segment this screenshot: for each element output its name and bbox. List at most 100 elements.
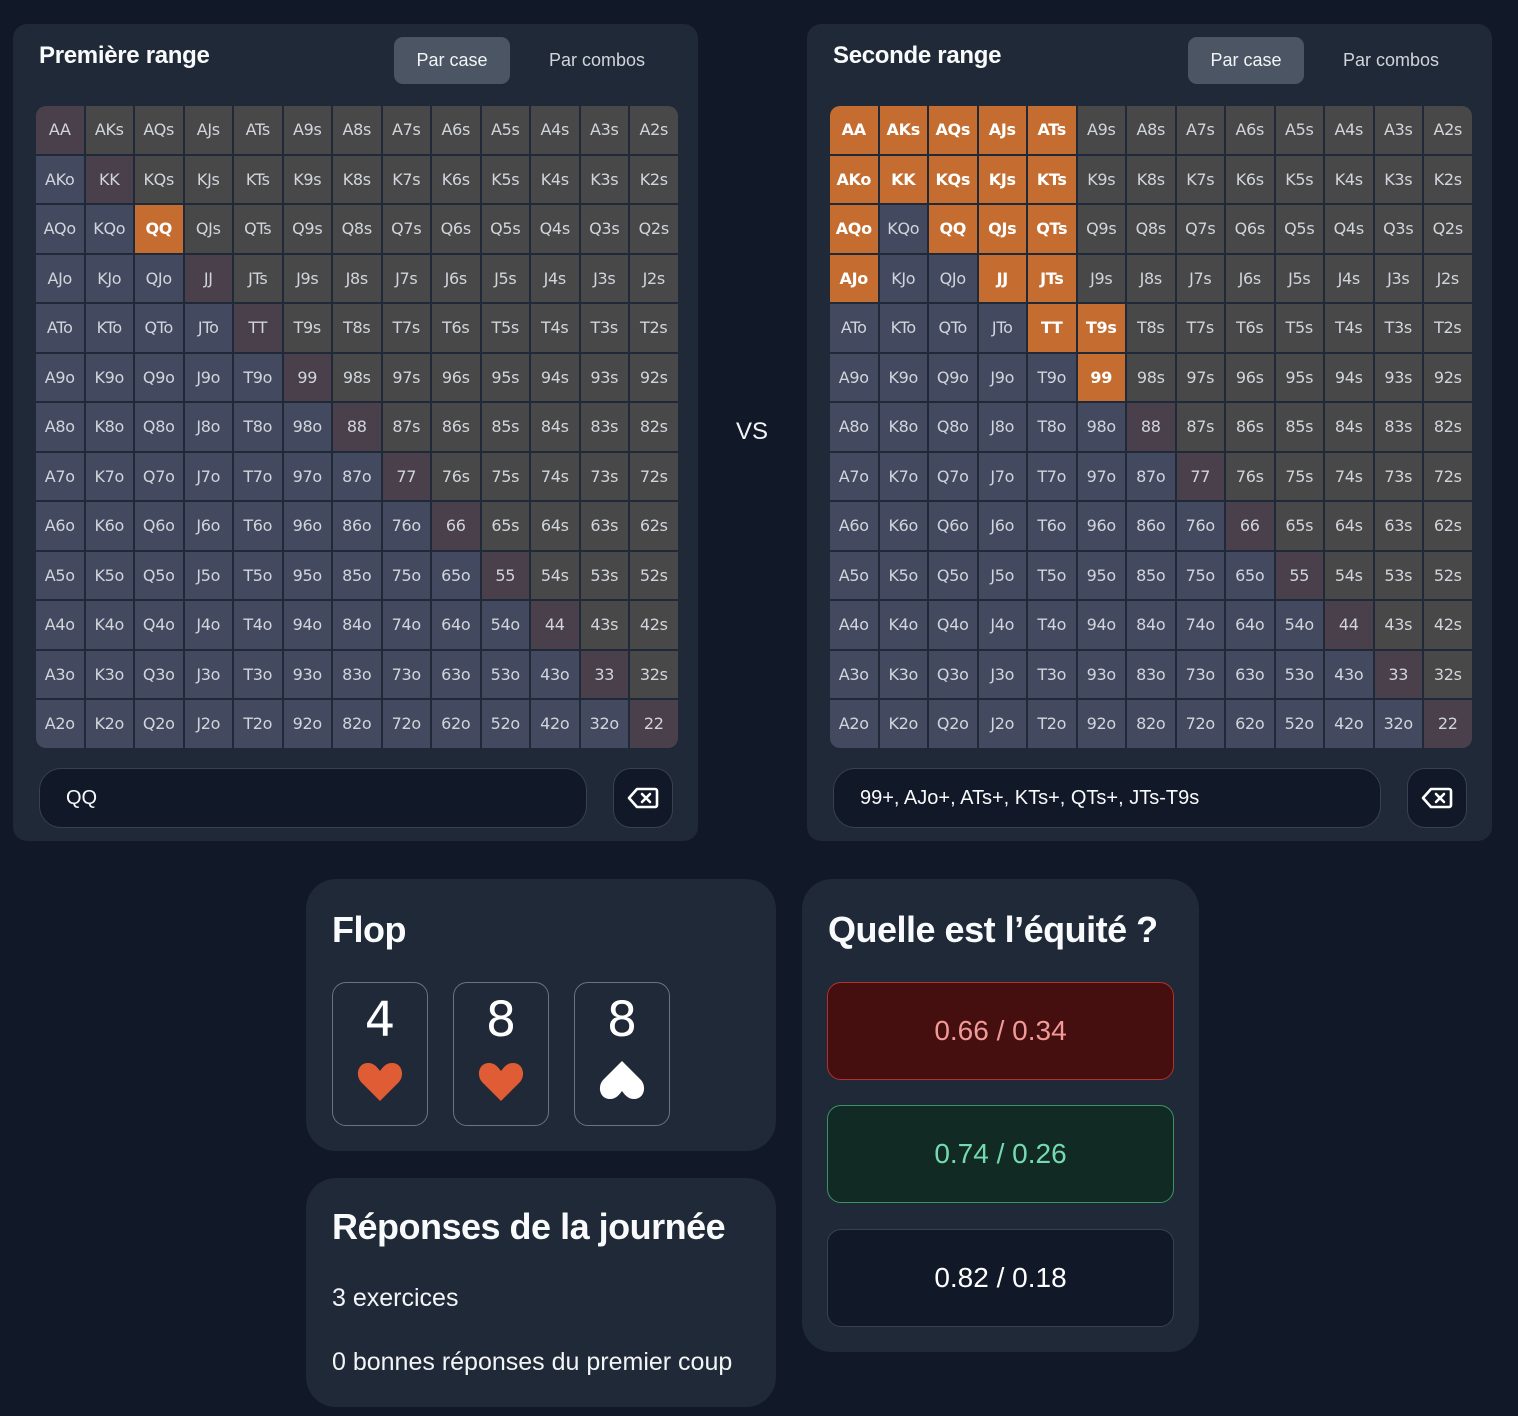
- hand-cell-J5o[interactable]: J5o: [184, 551, 232, 599]
- hand-cell-52s[interactable]: 52s: [1424, 551, 1472, 599]
- hand-cell-84o[interactable]: 84o: [333, 601, 381, 649]
- hand-cell-J5s[interactable]: J5s: [1275, 254, 1323, 302]
- hand-cell-KQs[interactable]: KQs: [929, 155, 977, 203]
- hand-cell-52o[interactable]: 52o: [481, 700, 529, 748]
- hand-cell-J2s[interactable]: J2s: [630, 254, 678, 302]
- hand-cell-K5o[interactable]: K5o: [85, 551, 133, 599]
- hand-cell-Q6s[interactable]: Q6s: [432, 205, 480, 253]
- hand-cell-Q4s[interactable]: Q4s: [531, 205, 579, 253]
- hand-cell-76o[interactable]: 76o: [1176, 502, 1224, 550]
- hand-cell-Q7s[interactable]: Q7s: [382, 205, 430, 253]
- hand-cell-32s[interactable]: 32s: [1424, 650, 1472, 698]
- hand-cell-J9s[interactable]: J9s: [1077, 254, 1125, 302]
- hand-cell-J3o[interactable]: J3o: [978, 650, 1026, 698]
- hand-cell-42s[interactable]: 42s: [1424, 601, 1472, 649]
- hand-cell-JTo[interactable]: JTo: [978, 304, 1026, 352]
- hand-cell-98s[interactable]: 98s: [333, 353, 381, 401]
- hand-cell-J9o[interactable]: J9o: [978, 353, 1026, 401]
- hand-cell-75o[interactable]: 75o: [382, 551, 430, 599]
- hand-cell-Q8o[interactable]: Q8o: [929, 403, 977, 451]
- hand-cell-K2s[interactable]: K2s: [1424, 155, 1472, 203]
- hand-cell-43s[interactable]: 43s: [580, 601, 628, 649]
- hand-cell-43o[interactable]: 43o: [1325, 650, 1373, 698]
- hand-cell-62o[interactable]: 62o: [432, 700, 480, 748]
- hand-cell-92o[interactable]: 92o: [283, 700, 331, 748]
- hand-cell-A6s[interactable]: A6s: [1226, 106, 1274, 154]
- hand-cell-66[interactable]: 66: [1226, 502, 1274, 550]
- hand-cell-K7s[interactable]: K7s: [1176, 155, 1224, 203]
- hand-cell-Q8s[interactable]: Q8s: [1127, 205, 1175, 253]
- hand-cell-JJ[interactable]: JJ: [184, 254, 232, 302]
- hand-cell-97o[interactable]: 97o: [1077, 452, 1125, 500]
- hand-cell-AJo[interactable]: AJo: [36, 254, 84, 302]
- hand-cell-82s[interactable]: 82s: [630, 403, 678, 451]
- hand-cell-93o[interactable]: 93o: [283, 650, 331, 698]
- hand-cell-K8s[interactable]: K8s: [333, 155, 381, 203]
- hand-cell-KTs[interactable]: KTs: [234, 155, 282, 203]
- hand-cell-Q8s[interactable]: Q8s: [333, 205, 381, 253]
- hand-cell-55[interactable]: 55: [481, 551, 529, 599]
- hand-cell-94s[interactable]: 94s: [1325, 353, 1373, 401]
- hand-cell-84s[interactable]: 84s: [531, 403, 579, 451]
- hand-cell-63o[interactable]: 63o: [1226, 650, 1274, 698]
- hand-cell-44[interactable]: 44: [1325, 601, 1373, 649]
- hand-cell-K7s[interactable]: K7s: [382, 155, 430, 203]
- hand-cell-T3o[interactable]: T3o: [234, 650, 282, 698]
- hand-cell-65s[interactable]: 65s: [1275, 502, 1323, 550]
- hand-cell-95s[interactable]: 95s: [1275, 353, 1323, 401]
- hand-cell-94o[interactable]: 94o: [283, 601, 331, 649]
- first-range-clear-button[interactable]: [613, 768, 673, 828]
- hand-cell-J3s[interactable]: J3s: [580, 254, 628, 302]
- hand-cell-62o[interactable]: 62o: [1226, 700, 1274, 748]
- hand-cell-Q7s[interactable]: Q7s: [1176, 205, 1224, 253]
- hand-cell-J9o[interactable]: J9o: [184, 353, 232, 401]
- hand-cell-74s[interactable]: 74s: [531, 452, 579, 500]
- hand-cell-52o[interactable]: 52o: [1275, 700, 1323, 748]
- hand-cell-K8s[interactable]: K8s: [1127, 155, 1175, 203]
- hand-cell-84s[interactable]: 84s: [1325, 403, 1373, 451]
- hand-cell-64o[interactable]: 64o: [432, 601, 480, 649]
- hand-cell-A3o[interactable]: A3o: [830, 650, 878, 698]
- hand-cell-A3o[interactable]: A3o: [36, 650, 84, 698]
- hand-cell-66[interactable]: 66: [432, 502, 480, 550]
- hand-cell-22[interactable]: 22: [630, 700, 678, 748]
- hand-cell-T2s[interactable]: T2s: [1424, 304, 1472, 352]
- hand-cell-A3s[interactable]: A3s: [1374, 106, 1422, 154]
- hand-cell-K8o[interactable]: K8o: [85, 403, 133, 451]
- hand-cell-ATo[interactable]: ATo: [36, 304, 84, 352]
- hand-cell-QJo[interactable]: QJo: [135, 254, 183, 302]
- hand-cell-33[interactable]: 33: [580, 650, 628, 698]
- hand-cell-QTs[interactable]: QTs: [1028, 205, 1076, 253]
- hand-cell-Q3o[interactable]: Q3o: [135, 650, 183, 698]
- hand-cell-72s[interactable]: 72s: [1424, 452, 1472, 500]
- hand-cell-75s[interactable]: 75s: [1275, 452, 1323, 500]
- hand-cell-Q8o[interactable]: Q8o: [135, 403, 183, 451]
- hand-cell-42o[interactable]: 42o: [531, 700, 579, 748]
- hand-cell-Q3o[interactable]: Q3o: [929, 650, 977, 698]
- hand-cell-J5s[interactable]: J5s: [481, 254, 529, 302]
- hand-cell-J5o[interactable]: J5o: [978, 551, 1026, 599]
- hand-cell-A7o[interactable]: A7o: [36, 452, 84, 500]
- hand-cell-K2o[interactable]: K2o: [879, 700, 927, 748]
- hand-cell-J7o[interactable]: J7o: [184, 452, 232, 500]
- hand-cell-KJo[interactable]: KJo: [85, 254, 133, 302]
- hand-cell-97s[interactable]: 97s: [1176, 353, 1224, 401]
- hand-cell-KTs[interactable]: KTs: [1028, 155, 1076, 203]
- hand-cell-KK[interactable]: KK: [879, 155, 927, 203]
- hand-cell-Q6o[interactable]: Q6o: [135, 502, 183, 550]
- hand-cell-A5o[interactable]: A5o: [36, 551, 84, 599]
- hand-cell-A6o[interactable]: A6o: [830, 502, 878, 550]
- hand-cell-T5s[interactable]: T5s: [1275, 304, 1323, 352]
- hand-cell-T6o[interactable]: T6o: [234, 502, 282, 550]
- hand-cell-65o[interactable]: 65o: [432, 551, 480, 599]
- hand-cell-83s[interactable]: 83s: [1374, 403, 1422, 451]
- hand-cell-J2o[interactable]: J2o: [978, 700, 1026, 748]
- hand-cell-Q9o[interactable]: Q9o: [135, 353, 183, 401]
- hand-cell-52s[interactable]: 52s: [630, 551, 678, 599]
- hand-cell-85s[interactable]: 85s: [481, 403, 529, 451]
- hand-cell-K3s[interactable]: K3s: [1374, 155, 1422, 203]
- hand-cell-ATo[interactable]: ATo: [830, 304, 878, 352]
- hand-cell-AQs[interactable]: AQs: [929, 106, 977, 154]
- hand-cell-TT[interactable]: TT: [234, 304, 282, 352]
- hand-cell-82o[interactable]: 82o: [1127, 700, 1175, 748]
